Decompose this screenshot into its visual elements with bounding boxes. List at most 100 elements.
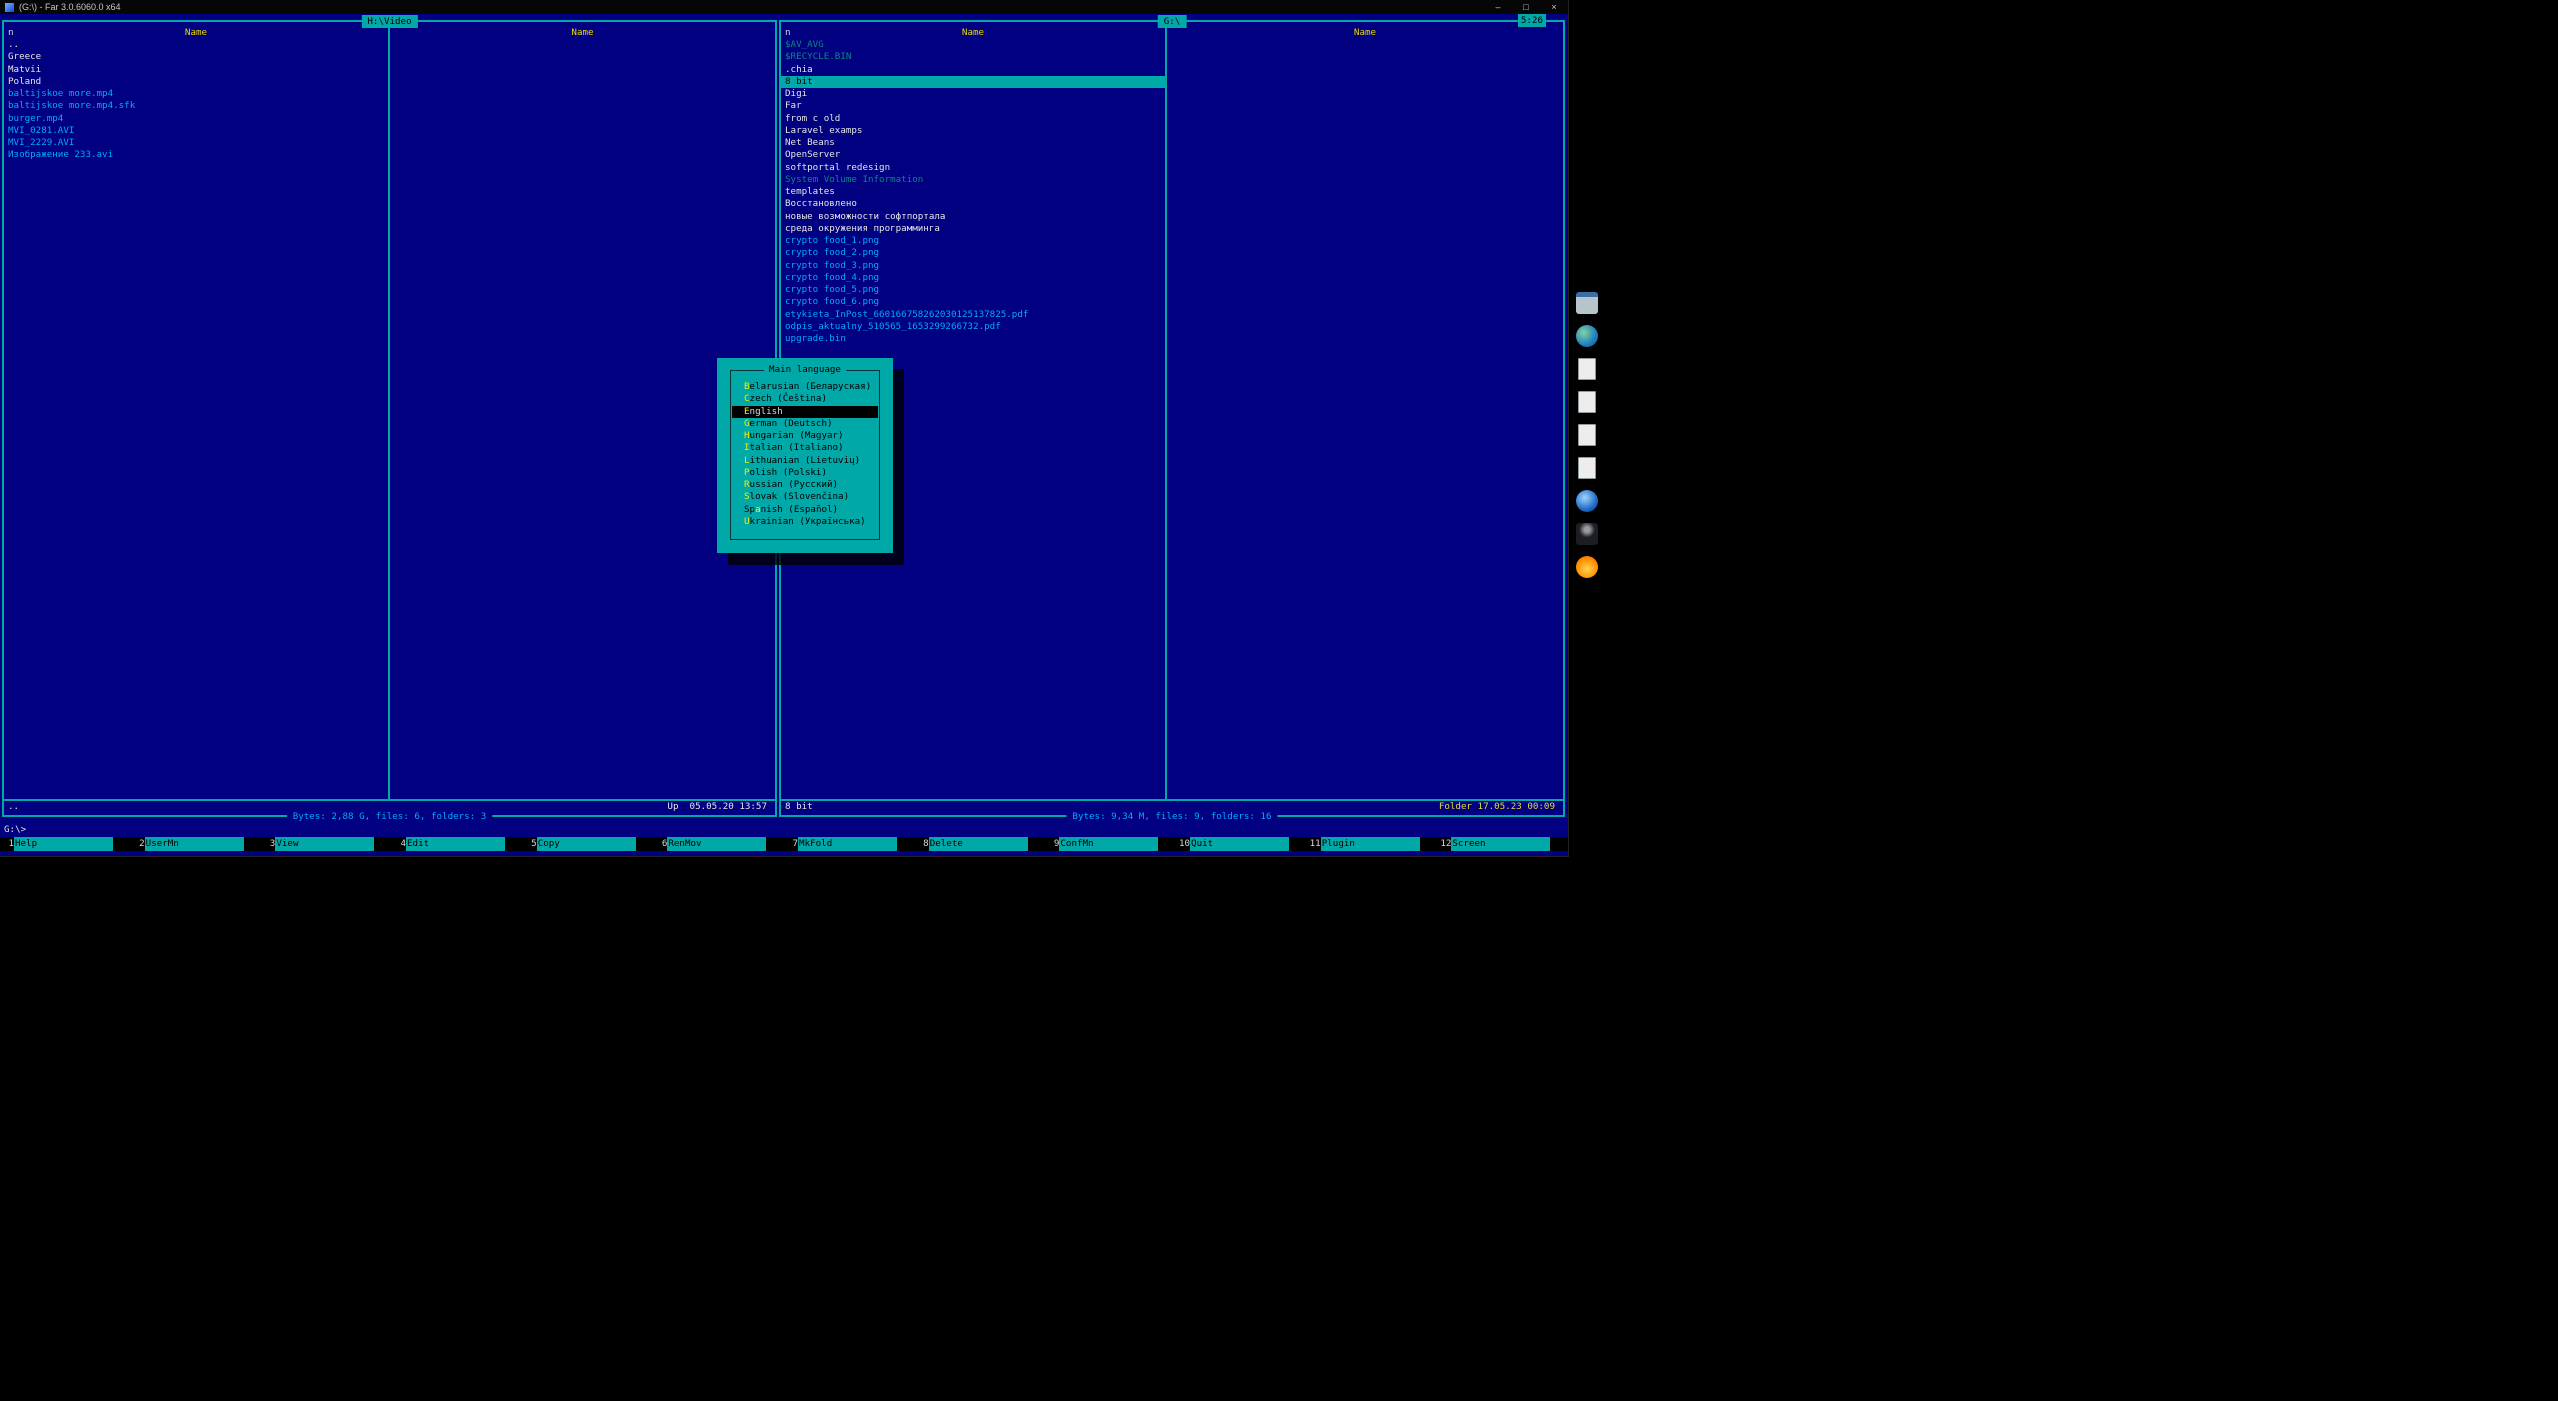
desktop-shortcut-icon[interactable] — [1578, 457, 1596, 479]
file-item[interactable]: softportal redesign — [781, 162, 1165, 174]
function-key[interactable]: 11Plugin — [1307, 837, 1438, 851]
function-key-number: 4 — [392, 837, 406, 851]
file-item[interactable]: crypto food_4.png — [781, 272, 1165, 284]
language-menu-item[interactable]: Czech (Čeština) — [732, 393, 878, 405]
left-panel: H:\Video n Name Name ..GreeceMatviiPolan… — [2, 20, 777, 817]
window-controls: – □ × — [1484, 0, 1568, 14]
menu-item-text: nglish — [750, 406, 783, 417]
file-item[interactable]: 8 bit — [781, 76, 1165, 88]
file-item[interactable]: OpenServer — [781, 149, 1165, 161]
function-key[interactable]: 5Copy — [523, 837, 654, 851]
desktop-shortcut-icon[interactable] — [1576, 292, 1598, 314]
file-item[interactable]: Laravel examps — [781, 125, 1165, 137]
file-item[interactable]: from c old — [781, 113, 1165, 125]
file-item[interactable]: crypto food_5.png — [781, 284, 1165, 296]
desktop-shortcut-icon[interactable] — [1576, 523, 1598, 545]
file-item[interactable]: .chia — [781, 64, 1165, 76]
language-menu-item[interactable]: Lithuanian (Lietuvių) — [732, 455, 878, 467]
file-item[interactable]: MVI_0281.AVI — [4, 125, 388, 137]
file-item[interactable]: $RECYCLE.BIN — [781, 51, 1165, 63]
status-filename: 8 bit — [785, 801, 813, 813]
language-menu-item[interactable]: Belarusian (Беларуская) — [732, 381, 878, 393]
column-header-name: Name — [390, 27, 775, 39]
file-item[interactable]: Digi — [781, 88, 1165, 100]
file-item[interactable]: crypto food_3.png — [781, 260, 1165, 272]
file-item[interactable]: Matvii — [4, 64, 388, 76]
right-panel-path[interactable]: G:\ — [1158, 15, 1187, 28]
clock: 5:26 — [1518, 14, 1546, 27]
maximize-button[interactable]: □ — [1512, 0, 1540, 14]
function-key-label: Copy — [537, 837, 636, 851]
function-key[interactable]: 3View — [261, 837, 392, 851]
close-button[interactable]: × — [1540, 0, 1568, 14]
file-item[interactable]: templates — [781, 186, 1165, 198]
function-key[interactable]: 10Quit — [1176, 837, 1307, 851]
command-line[interactable]: G:\> — [4, 824, 26, 836]
desktop-shortcut-icon[interactable] — [1576, 556, 1598, 578]
file-item[interactable]: crypto food_6.png — [781, 296, 1165, 308]
function-key[interactable]: 12Screen — [1437, 837, 1568, 851]
function-key-number: 6 — [653, 837, 667, 851]
menu-item-text: krainian (Українська) — [750, 516, 866, 527]
file-item[interactable]: crypto food_2.png — [781, 247, 1165, 259]
menu-item-text: ithuanian (Lietuvių) — [750, 455, 861, 466]
language-menu-item[interactable]: Ukrainian (Українська) — [732, 516, 878, 528]
function-key[interactable]: 9ConfMn — [1045, 837, 1176, 851]
file-item[interactable]: новые возможности софтпортала — [781, 211, 1165, 223]
file-item[interactable]: System Volume Information — [781, 174, 1165, 186]
desktop-shortcut-icon[interactable] — [1578, 424, 1596, 446]
file-item[interactable]: etykieta_InPost_660166758262030125137825… — [781, 309, 1165, 321]
panel-totals: Bytes: 9,34 M, files: 9, folders: 16 — [1066, 810, 1277, 823]
file-item[interactable]: .. — [4, 39, 388, 51]
language-menu-item[interactable]: English — [732, 406, 878, 418]
file-item[interactable]: Изображение 233.avi — [4, 149, 388, 161]
language-menu-item[interactable]: Spanish (Español) — [732, 504, 878, 516]
language-menu-item[interactable]: Slovak (Slovenčina) — [732, 491, 878, 503]
main-language-dialog: Main language Belarusian (Беларуская)Cze… — [717, 358, 893, 553]
status-fileinfo: Up 05.05.20 13:57 — [667, 801, 767, 813]
desktop-icons — [1576, 292, 1598, 578]
status-filename: .. — [8, 801, 19, 813]
function-key[interactable]: 1Help — [0, 837, 131, 851]
file-item[interactable]: Восстановлено — [781, 198, 1165, 210]
file-item[interactable]: Greece — [4, 51, 388, 63]
function-key-number: 9 — [1045, 837, 1059, 851]
language-menu-item[interactable]: Russian (Русский) — [732, 479, 878, 491]
menu-item-text: ussian (Русский) — [750, 479, 839, 490]
column-header-name: Name — [4, 27, 388, 39]
file-item[interactable]: baltijskoe more.mp4 — [4, 88, 388, 100]
language-menu-item[interactable]: Hungarian (Magyar) — [732, 430, 878, 442]
file-item[interactable]: burger.mp4 — [4, 113, 388, 125]
desktop-shortcut-icon[interactable] — [1578, 391, 1596, 413]
desktop-shortcut-icon[interactable] — [1576, 490, 1598, 512]
desktop-shortcut-icon[interactable] — [1578, 358, 1596, 380]
function-key[interactable]: 7MkFold — [784, 837, 915, 851]
dialog-title: Main language — [764, 364, 846, 376]
function-key-number: 3 — [261, 837, 275, 851]
language-menu-item[interactable]: Polish (Polski) — [732, 467, 878, 479]
function-key[interactable]: 2UserMn — [131, 837, 262, 851]
function-key-number: 2 — [131, 837, 145, 851]
file-item[interactable]: MVI_2229.AVI — [4, 137, 388, 149]
console: 5:26 H:\Video n Name Name ..GreeceMatvii… — [0, 14, 1568, 856]
file-item[interactable]: baltijskoe more.mp4.sfk — [4, 100, 388, 112]
file-item[interactable]: среда окружения программинга — [781, 223, 1165, 235]
language-menu: Belarusian (Беларуская)Czech (Čeština)En… — [732, 381, 878, 528]
function-key[interactable]: 6RenMov — [653, 837, 784, 851]
left-panel-path[interactable]: H:\Video — [361, 15, 417, 28]
desktop-shortcut-icon[interactable] — [1576, 325, 1598, 347]
function-key[interactable]: 8Delete — [915, 837, 1046, 851]
file-item[interactable]: $AV_AVG — [781, 39, 1165, 51]
language-menu-item[interactable]: German (Deutsch) — [732, 418, 878, 430]
language-menu-item[interactable]: Italian (Italiano) — [732, 442, 878, 454]
file-item[interactable]: Far — [781, 100, 1165, 112]
minimize-button[interactable]: – — [1484, 0, 1512, 14]
file-item[interactable]: crypto food_1.png — [781, 235, 1165, 247]
file-item[interactable]: Net Beans — [781, 137, 1165, 149]
file-item[interactable]: upgrade.bin — [781, 333, 1165, 345]
menu-item-text: talian (Italiano) — [750, 442, 844, 453]
file-item[interactable]: odpis_aktualny_510565_1653299266732.pdf — [781, 321, 1165, 333]
file-item[interactable]: Poland — [4, 76, 388, 88]
function-key[interactable]: 4Edit — [392, 837, 523, 851]
function-key-number: 12 — [1437, 837, 1451, 851]
